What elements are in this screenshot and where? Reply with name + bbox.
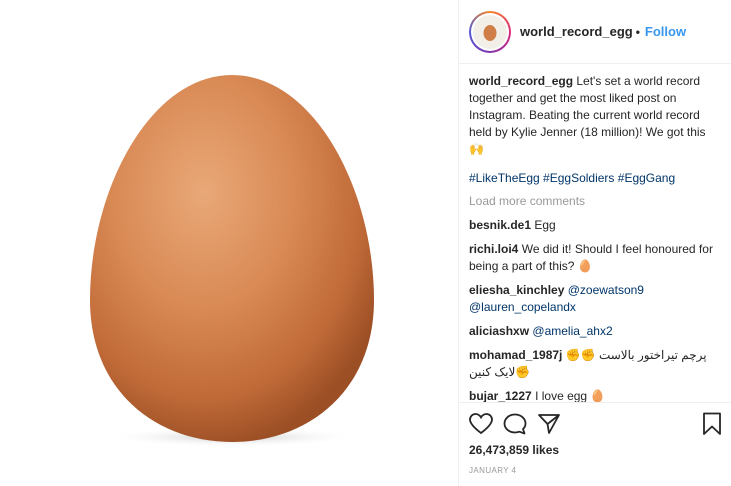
comment-text: Egg	[534, 218, 556, 232]
post-photo[interactable]	[0, 0, 458, 486]
caption: world_record_egg Let's set a world recor…	[469, 73, 721, 158]
comment-mention[interactable]: @zoewatson9	[568, 283, 644, 297]
action-icons	[469, 409, 722, 439]
hashtag-links[interactable]: #LikeTheEgg #EggSoldiers #EggGang	[469, 171, 675, 185]
comment-username[interactable]: eliesha_kinchley	[469, 283, 564, 297]
comment-item: aliciashxw @amelia_ahx2	[469, 323, 721, 340]
comment-item: besnik.de1 Egg	[469, 217, 721, 234]
comment-text: I love egg 🥚	[535, 389, 606, 403]
caption-hashtags: #LikeTheEgg #EggSoldiers #EggGang	[469, 170, 721, 187]
post-date[interactable]: JANUARY 4	[469, 466, 722, 475]
likes-count[interactable]: 26,473,859 likes	[469, 443, 722, 457]
comment-username[interactable]: bujar_1227	[469, 389, 532, 403]
avatar[interactable]	[469, 10, 511, 53]
comment-username[interactable]: richi.loi4	[469, 242, 518, 256]
instagram-post: world_record_egg • Follow world_record_e…	[0, 0, 731, 486]
post-side-panel: world_record_egg • Follow world_record_e…	[458, 0, 731, 486]
comment-item: eliesha_kinchley @zoewatson9 @lauren_cop…	[469, 282, 721, 316]
comment-mention[interactable]: @lauren_copelandx	[469, 300, 576, 314]
separator-dot: •	[635, 24, 640, 39]
comment-item: mohamad_1987j پرچم تیراختور بالاست ✊✊✊لا…	[469, 347, 721, 381]
caption-username[interactable]: world_record_egg	[469, 74, 573, 88]
bookmark-icon[interactable]	[702, 412, 722, 436]
comment-icon[interactable]	[503, 413, 527, 435]
egg-image	[90, 75, 374, 447]
comments-list: world_record_egg Let's set a world recor…	[459, 64, 731, 405]
header-username[interactable]: world_record_egg	[520, 24, 633, 39]
share-icon[interactable]	[537, 413, 561, 435]
comment-mention[interactable]: @amelia_ahx2	[532, 324, 612, 338]
comment-item: richi.loi4 We did it! Should I feel hono…	[469, 241, 721, 275]
follow-button[interactable]: Follow	[645, 24, 686, 39]
post-header: world_record_egg • Follow	[459, 0, 731, 64]
load-more-comments[interactable]: Load more comments	[469, 193, 721, 210]
egg-avatar-icon	[483, 24, 497, 41]
comment-username[interactable]: aliciashxw	[469, 324, 529, 338]
comment-username[interactable]: mohamad_1987j	[469, 348, 562, 362]
post-actions: 26,473,859 likes JANUARY 4	[459, 402, 731, 475]
heart-icon[interactable]	[469, 413, 493, 435]
comment-username[interactable]: besnik.de1	[469, 218, 531, 232]
